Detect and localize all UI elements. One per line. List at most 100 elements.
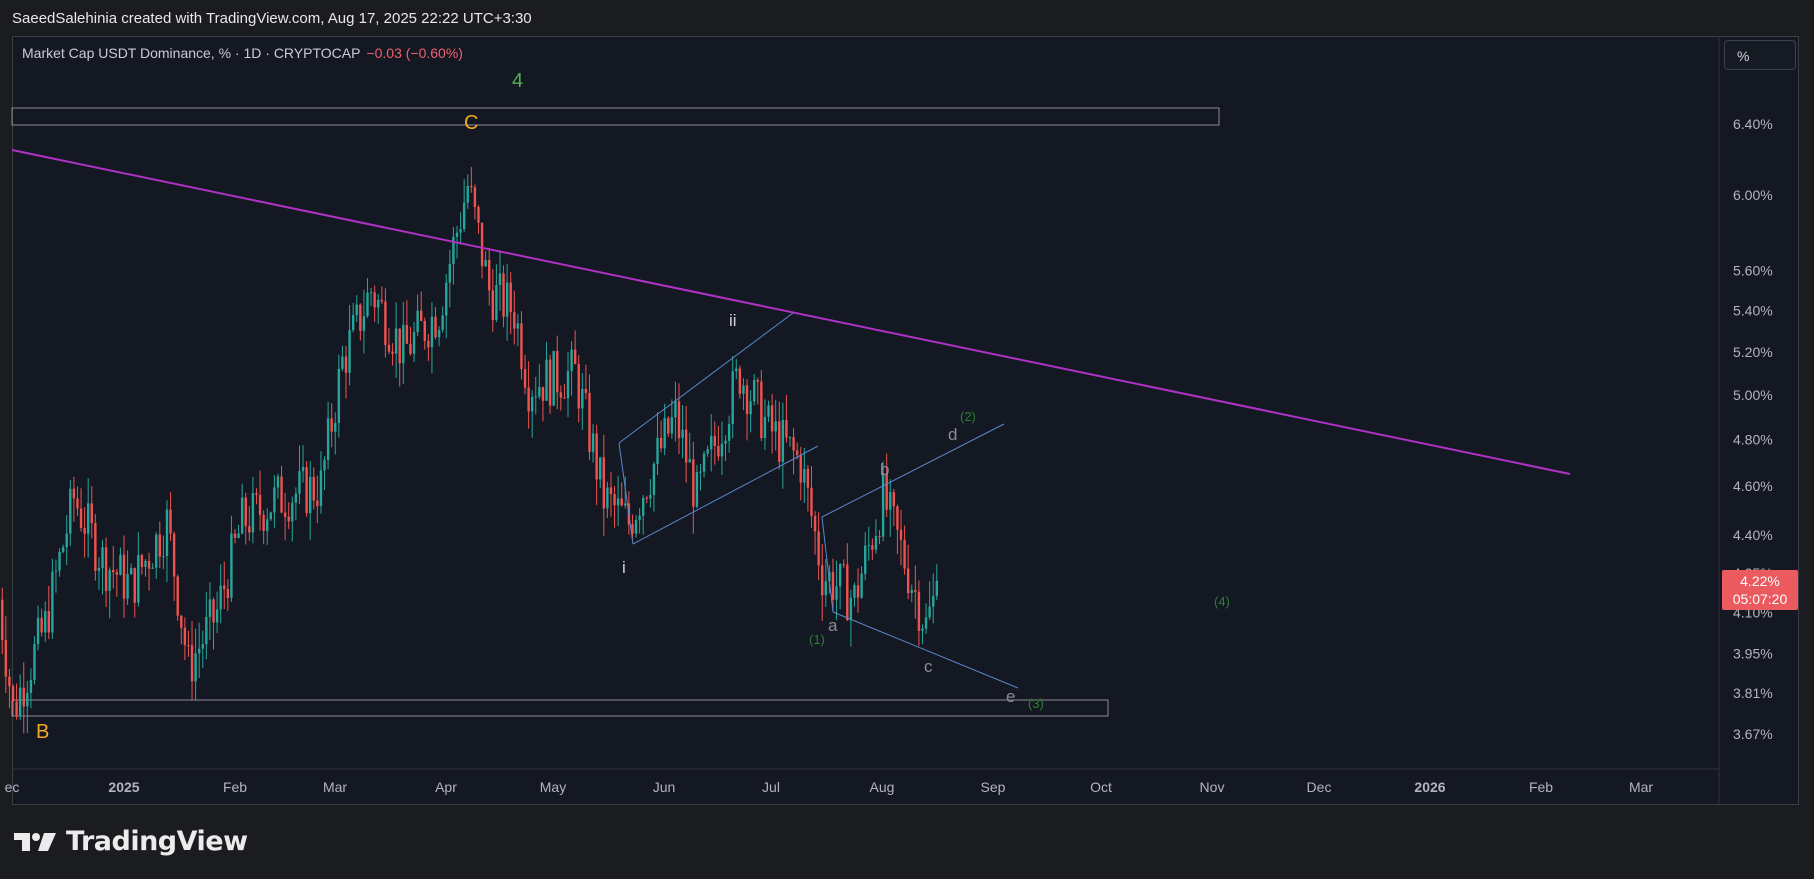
candle-body bbox=[896, 506, 899, 530]
candle-body bbox=[581, 388, 584, 409]
time-axis-label: Dec bbox=[1307, 779, 1332, 795]
candle-body bbox=[215, 609, 219, 623]
candle-body bbox=[799, 454, 802, 483]
candle-body bbox=[813, 516, 817, 532]
candle-body bbox=[752, 379, 756, 402]
candle-body bbox=[47, 611, 51, 633]
candle-body bbox=[889, 492, 892, 510]
candle-body bbox=[445, 282, 448, 316]
candle-body bbox=[423, 320, 426, 341]
candle-body bbox=[194, 653, 197, 682]
candle-body bbox=[115, 572, 119, 575]
candle-body bbox=[720, 443, 724, 457]
price-axis-label: 3.95% bbox=[1733, 645, 1773, 661]
triangle-upper-line[interactable] bbox=[821, 423, 1005, 518]
candle-body bbox=[810, 487, 813, 517]
candle-body bbox=[477, 207, 480, 223]
tradingview-logo[interactable]: TradingView bbox=[14, 826, 248, 857]
candle-body bbox=[871, 545, 874, 550]
candle-body bbox=[341, 356, 344, 369]
candle-body bbox=[58, 551, 61, 571]
tradingview-logo-text: TradingView bbox=[66, 826, 248, 857]
time-axis-label: 2025 bbox=[108, 779, 139, 795]
candle-body bbox=[312, 477, 315, 501]
candle-body bbox=[140, 555, 144, 567]
candle-body bbox=[22, 687, 25, 707]
candle-body bbox=[276, 476, 280, 488]
candle-body bbox=[749, 401, 752, 415]
candle-body bbox=[187, 645, 190, 647]
symbol-name: Market Cap USDT Dominance, % · 1D · CRYP… bbox=[22, 45, 361, 61]
candle-body bbox=[745, 385, 749, 415]
candle-body bbox=[849, 597, 853, 621]
symbol-legend[interactable]: Market Cap USDT Dominance, % · 1D · CRYP… bbox=[22, 45, 463, 61]
candle-body bbox=[437, 330, 441, 338]
candle-body bbox=[201, 644, 204, 649]
candle-body bbox=[484, 259, 487, 267]
candle-body bbox=[534, 396, 537, 398]
candle-body bbox=[556, 351, 559, 393]
candle-body bbox=[613, 494, 616, 506]
price-axis-label: 6.00% bbox=[1733, 187, 1773, 203]
candle-body bbox=[355, 304, 358, 315]
time-axis-label: Aug bbox=[870, 779, 895, 795]
candle-body bbox=[599, 457, 602, 480]
candle-body bbox=[513, 312, 516, 329]
candle-body bbox=[180, 615, 183, 628]
candle-body bbox=[61, 547, 65, 552]
candle-body bbox=[65, 533, 68, 548]
candle-body bbox=[906, 568, 910, 593]
candle-body bbox=[269, 512, 273, 520]
wave-label-ii: ii bbox=[729, 311, 737, 330]
candle-body bbox=[634, 519, 638, 534]
channel-upper-line[interactable] bbox=[618, 312, 794, 444]
candle-body bbox=[763, 416, 767, 439]
time-axis[interactable]: ec 2025 Feb Mar Apr May Jun Jul Aug Sep Oct Nov Dec 2… bbox=[5, 779, 1654, 795]
time-axis-label: Mar bbox=[1629, 779, 1653, 795]
time-axis-label: Jul bbox=[762, 779, 780, 795]
percent-scale-button[interactable]: % bbox=[1724, 40, 1796, 70]
candle-body bbox=[240, 497, 244, 534]
candle-body bbox=[441, 315, 444, 331]
candle-body bbox=[373, 292, 376, 308]
price-axis[interactable]: 6.40% 6.00% 5.60% 5.40% 5.20% 5.00% 4.80% 4.60%… bbox=[1733, 116, 1773, 742]
candle-body bbox=[735, 368, 738, 372]
price-chart[interactable]: 4 C B i ii a b c d e (1) (2) (3) (4) 6.4… bbox=[0, 0, 1814, 879]
candle-body bbox=[867, 545, 870, 547]
wave-label-4: 4 bbox=[512, 70, 523, 92]
candle-body bbox=[505, 282, 509, 317]
candle-body bbox=[620, 498, 623, 506]
candle-body bbox=[573, 349, 577, 365]
candle-body bbox=[559, 392, 563, 398]
price-axis-label: 5.40% bbox=[1733, 302, 1773, 318]
candle-body bbox=[516, 323, 520, 329]
candle-body bbox=[878, 536, 881, 538]
candle-body bbox=[917, 591, 921, 631]
candle-body bbox=[702, 453, 706, 472]
candle-body bbox=[928, 606, 931, 618]
candle-body bbox=[287, 516, 290, 522]
candle-body bbox=[208, 599, 212, 618]
price-change: −0.03 (−0.60%) bbox=[366, 45, 463, 61]
candle-body bbox=[846, 564, 849, 621]
candle-body bbox=[713, 436, 717, 446]
candle-body bbox=[652, 463, 656, 496]
wave-label-b: b bbox=[880, 460, 889, 479]
descending-trendline[interactable] bbox=[11, 149, 1571, 475]
candle-body bbox=[405, 324, 409, 344]
candle-body bbox=[15, 701, 18, 716]
candle-body bbox=[226, 589, 230, 598]
time-axis-label: Oct bbox=[1090, 779, 1112, 795]
candle-body bbox=[308, 477, 312, 514]
candle-body bbox=[212, 599, 215, 623]
candle-body bbox=[566, 371, 570, 399]
price-axis-label: 6.40% bbox=[1733, 116, 1773, 132]
wave-label-2: (2) bbox=[960, 409, 976, 424]
candle-body bbox=[384, 301, 387, 345]
candle-body bbox=[176, 576, 179, 616]
price-axis-label: 5.00% bbox=[1733, 387, 1773, 403]
candle-body bbox=[409, 343, 412, 354]
candle-body bbox=[298, 471, 301, 494]
candle-body bbox=[806, 468, 810, 488]
candle-body bbox=[914, 589, 917, 592]
